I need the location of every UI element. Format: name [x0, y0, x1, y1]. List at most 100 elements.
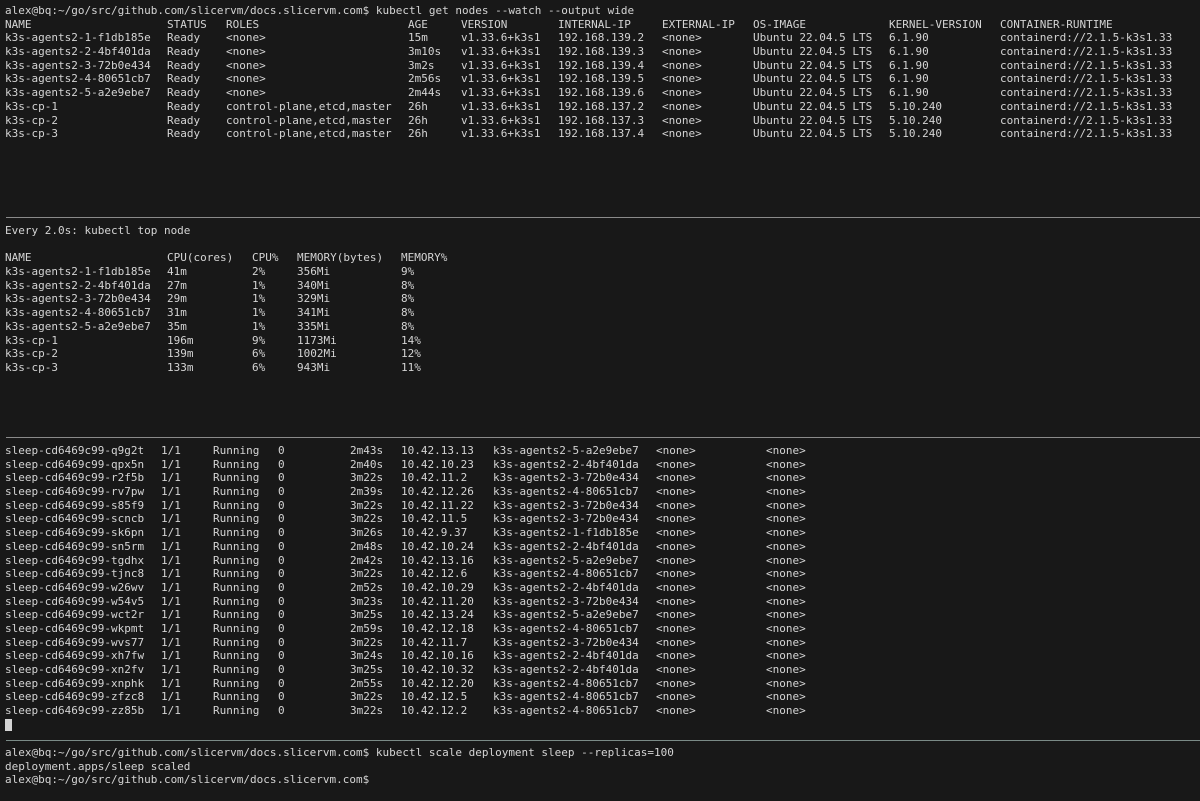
table-cell: <none> [662, 86, 702, 100]
table-cell: k3s-agents2-2-4bf401da [5, 278, 151, 292]
table-cell: 10.42.9.37 [401, 526, 468, 540]
table-cell: containerd://2.1.5-k3s1.33 [1000, 127, 1173, 141]
shell-prompt[interactable]: alex@bq:~/go/src/github.com/slicervm/doc… [5, 773, 376, 787]
table-cell: <none> [656, 444, 696, 457]
top-node-row: k3s-agents2-1-f1db185e 41m 2% 356Mi 9% [0, 265, 1200, 279]
node-row: k3s-agents2-5-a2e9ebe7 Ready <none> 2m44s v1… [0, 86, 1200, 100]
table-cell: 0 [278, 690, 285, 704]
pane-divider[interactable] [6, 740, 1200, 741]
table-cell: 1% [252, 319, 266, 333]
table-cell: 10.42.13.24 [401, 608, 474, 622]
table-cell: <none> [656, 690, 696, 704]
table-cell: 1/1 [161, 676, 181, 690]
top-node-row: k3s-cp-2 139m 6% 1002Mi 12% [0, 347, 1200, 361]
table-cell: 6.1.90 [889, 45, 929, 59]
table-cell: <none> [766, 526, 806, 540]
table-header-row: NAME STATUS ROLES AGE VERSION INTERNAL-IP EXTE… [0, 18, 1200, 32]
pod-row: sleep-cd6469c99-xnphk 1/1 Running 0 2m55s 10.… [0, 677, 1200, 691]
table-cell: 2m43s [350, 444, 384, 457]
table-cell: 5.10.240 [889, 127, 942, 141]
table-cell: CONTAINER-RUNTIME [1000, 17, 1113, 31]
table-cell: 3m22s [350, 635, 384, 649]
table-cell: Ubuntu 22.04.5 LTS [753, 31, 873, 45]
shell-pane[interactable]: alex@bq:~/go/src/github.com/slicervm/doc… [0, 746, 1200, 801]
table-cell: sleep-cd6469c99-xh7fw [5, 649, 145, 663]
table-cell: v1.33.6+k3s1 [461, 113, 541, 127]
table-cell: <none> [766, 539, 806, 553]
table-cell: Ready [167, 86, 201, 100]
table-cell: k3s-cp-2 [5, 113, 58, 127]
table-cell: k3s-cp-1 [5, 333, 58, 347]
table-cell: Ready [167, 31, 201, 45]
table-cell: 1% [252, 306, 266, 320]
table-cell: k3s-agents2-2-4bf401da [493, 663, 639, 676]
pod-row: sleep-cd6469c99-tgdhx 1/1 Running 0 2m42s 10.… [0, 554, 1200, 568]
table-cell: k3s-agents2-1-f1db185e [5, 265, 151, 279]
table-cell: 1/1 [161, 580, 181, 594]
table-cell: v1.33.6+k3s1 [461, 127, 541, 141]
table-cell: AGE [408, 17, 428, 31]
table-cell: k3s-agents2-2-4bf401da [5, 45, 151, 59]
pods-table: sleep-cd6469c99-q9g2t 1/1 Running 0 2m43s 10.… [0, 444, 1200, 718]
table-cell: k3s-agents2-3-72b0e434 [493, 594, 639, 608]
top-node-row: k3s-agents2-5-a2e9ebe7 35m 1% 335Mi 8% [0, 320, 1200, 334]
table-cell: INTERNAL-IP [558, 17, 631, 31]
table-cell: sleep-cd6469c99-xn2fv [5, 663, 145, 676]
table-cell: <none> [766, 444, 806, 457]
table-cell: k3s-agents2-2-4bf401da [493, 457, 639, 471]
table-cell: k3s-agents2-4-80651cb7 [493, 690, 639, 704]
table-cell: v1.33.6+k3s1 [461, 45, 541, 59]
table-cell: 0 [278, 580, 285, 594]
shell-command: alex@bq:~/go/src/github.com/slicervm/doc… [5, 746, 674, 759]
table-cell: 10.42.12.5 [401, 690, 468, 704]
table-cell: 2m56s [408, 72, 442, 86]
table-cell: 10.42.11.5 [401, 512, 468, 526]
table-cell: <none> [656, 553, 696, 567]
table-cell: Running [213, 704, 260, 718]
table-cell: sleep-cd6469c99-xnphk [5, 676, 145, 690]
top-node-row: k3s-cp-3 133m 6% 943Mi 11% [0, 361, 1200, 375]
nodes-watch-pane[interactable]: alex@bq:~/go/src/github.com/slicervm/doc… [0, 4, 1200, 212]
pods-watch-pane[interactable]: sleep-cd6469c99-q9g2t 1/1 Running 0 2m43s 10.… [0, 444, 1200, 734]
table-cell: 1/1 [161, 485, 181, 499]
top-node-pane[interactable]: Every 2.0s: kubectl top node NAME CPU(cor… [0, 224, 1200, 432]
table-cell: <none> [662, 113, 702, 127]
table-cell: Ubuntu 22.04.5 LTS [753, 58, 873, 72]
table-cell: containerd://2.1.5-k3s1.33 [1000, 99, 1173, 113]
table-cell: 335Mi [297, 319, 331, 333]
pane-divider[interactable] [6, 437, 1200, 438]
table-cell: 1/1 [161, 594, 181, 608]
table-cell: 1/1 [161, 539, 181, 553]
pane-divider[interactable] [6, 217, 1200, 218]
table-cell: 2m52s [350, 580, 384, 594]
table-cell: 0 [278, 539, 285, 553]
table-cell: 0 [278, 704, 285, 718]
table-cell: 192.168.139.6 [558, 86, 645, 100]
table-cell: 6.1.90 [889, 58, 929, 72]
terminal-cursor [5, 718, 12, 731]
table-cell: sleep-cd6469c99-tjnc8 [5, 567, 145, 581]
table-cell: Ready [167, 113, 201, 127]
table-cell: <none> [766, 663, 806, 676]
table-cell: 2m44s [408, 86, 442, 100]
table-cell: Ready [167, 58, 201, 72]
table-cell: Ubuntu 22.04.5 LTS [753, 127, 873, 141]
table-cell: Running [213, 539, 260, 553]
table-cell: Running [213, 444, 260, 457]
table-cell: 6.1.90 [889, 31, 929, 45]
table-cell: <none> [766, 580, 806, 594]
table-cell: 2m55s [350, 676, 384, 690]
table-cell: k3s-agents2-2-4bf401da [493, 649, 639, 663]
table-cell: containerd://2.1.5-k3s1.33 [1000, 86, 1173, 100]
table-cell: 1/1 [161, 567, 181, 581]
table-cell: 356Mi [297, 265, 331, 279]
table-cell: 1/1 [161, 635, 181, 649]
table-cell: Running [213, 553, 260, 567]
table-cell: k3s-agents2-4-80651cb7 [5, 306, 151, 320]
table-cell: 10.42.13.13 [401, 444, 474, 457]
table-cell: KERNEL-VERSION [889, 17, 982, 31]
table-cell: sleep-cd6469c99-wkpmt [5, 621, 145, 635]
table-cell: k3s-agents2-3-72b0e434 [493, 635, 639, 649]
table-cell: <none> [766, 567, 806, 581]
table-cell: Running [213, 457, 260, 471]
